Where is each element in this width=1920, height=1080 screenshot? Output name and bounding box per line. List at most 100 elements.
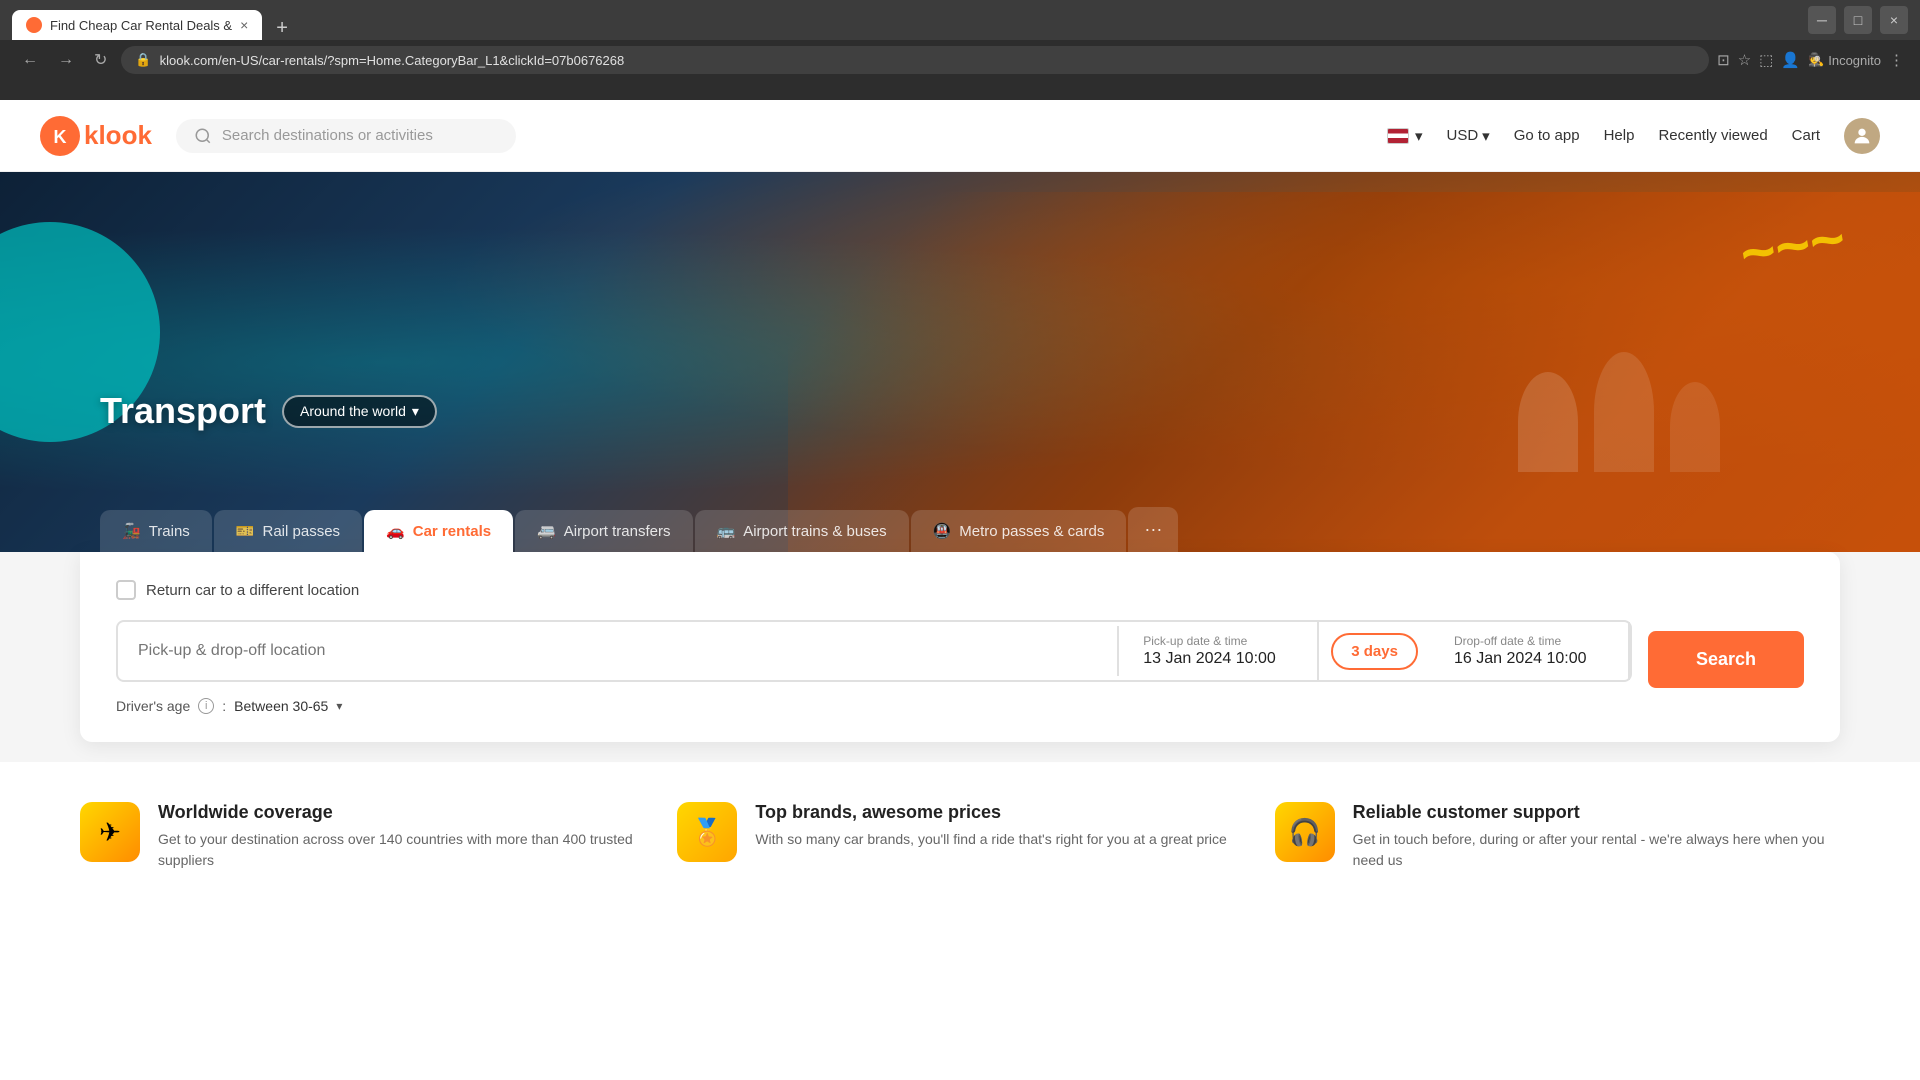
cast-icon[interactable]: ⊡ xyxy=(1717,51,1730,69)
currency-selector[interactable]: USD ▾ xyxy=(1446,127,1489,145)
driver-age-chevron-icon[interactable]: ▾ xyxy=(336,699,342,713)
tab-metro-passes[interactable]: 🚇 Metro passes & cards xyxy=(911,510,1127,552)
feature-worldwide: ✈ Worldwide coverage Get to your destina… xyxy=(80,802,645,871)
feature-support-desc: Get in touch before, during or after you… xyxy=(1353,829,1840,871)
incognito-button[interactable]: 🕵 Incognito xyxy=(1808,52,1881,68)
recently-viewed-link[interactable]: Recently viewed xyxy=(1658,127,1767,144)
user-avatar[interactable] xyxy=(1844,118,1880,154)
maximize-button[interactable]: □ xyxy=(1844,6,1872,34)
feature-support-content: Reliable customer support Get in touch b… xyxy=(1353,802,1840,871)
dropoff-date-area[interactable]: Drop-off date & time 16 Jan 2024 10:00 xyxy=(1430,622,1630,680)
car-icon: 🚗 xyxy=(386,522,405,540)
feature-worldwide-content: Worldwide coverage Get to your destinati… xyxy=(158,802,645,871)
worldwide-icon: ✈ xyxy=(99,817,121,848)
search-bar[interactable]: Search destinations or activities xyxy=(176,119,516,153)
address-bar[interactable]: 🔒 klook.com/en-US/car-rentals/?spm=Home.… xyxy=(121,46,1709,74)
address-bar-row: ← → ↻ 🔒 klook.com/en-US/car-rentals/?spm… xyxy=(0,40,1920,80)
search-button[interactable]: Search xyxy=(1648,631,1804,688)
tab-airport-transfers[interactable]: 🚐 Airport transfers xyxy=(515,510,692,552)
transport-tabs-container: 🚂 Trains 🎫 Rail passes 🚗 Car rentals 🚐 A… xyxy=(100,507,1920,552)
airport-train-icon: 🚌 xyxy=(717,522,736,540)
go-to-app-link[interactable]: Go to app xyxy=(1514,127,1580,144)
pickup-date-value: 13 Jan 2024 10:00 xyxy=(1143,650,1293,668)
location-filter-button[interactable]: Around the world ▾ xyxy=(282,395,437,428)
tab-title: Find Cheap Car Rental Deals & xyxy=(50,18,232,33)
close-window-button[interactable]: × xyxy=(1880,6,1908,34)
minimize-button[interactable]: ─ xyxy=(1808,6,1836,34)
tab-close-button[interactable]: × xyxy=(240,17,248,33)
lock-icon: 🔒 xyxy=(135,52,151,68)
feature-worldwide-desc: Get to your destination across over 140 … xyxy=(158,829,645,871)
hero-title: Transport xyxy=(100,390,266,432)
browser-chrome: Find Cheap Car Rental Deals & × + ─ □ × … xyxy=(0,0,1920,100)
url-text: klook.com/en-US/car-rentals/?spm=Home.Ca… xyxy=(160,53,625,68)
transport-tabs: 🚂 Trains 🎫 Rail passes 🚗 Car rentals 🚐 A… xyxy=(100,507,1920,552)
top-brands-icon-wrap: 🏅 xyxy=(677,802,737,862)
tab-favicon xyxy=(26,17,42,33)
return-location-label: Return car to a different location xyxy=(146,582,359,599)
dropoff-date-label: Drop-off date & time xyxy=(1454,634,1604,648)
driver-age-label: Driver's age xyxy=(116,698,190,714)
dropoff-date-value: 16 Jan 2024 10:00 xyxy=(1454,650,1604,668)
profile-icon[interactable]: 👤 xyxy=(1781,51,1800,69)
header-right: ▾ USD ▾ Go to app Help Recently viewed C… xyxy=(1387,118,1880,154)
back-button[interactable]: ← xyxy=(16,47,44,73)
us-flag-icon xyxy=(1387,128,1409,144)
active-tab[interactable]: Find Cheap Car Rental Deals & × xyxy=(12,10,262,40)
feature-top-brands: 🏅 Top brands, awesome prices With so man… xyxy=(677,802,1242,871)
page-content: K klook Search destinations or activitie… xyxy=(0,100,1920,911)
bookmark-icon[interactable]: ☆ xyxy=(1738,51,1751,69)
menu-icon[interactable]: ⋮ xyxy=(1889,51,1904,69)
search-placeholder-text: Search destinations or activities xyxy=(222,127,433,144)
return-location-checkbox[interactable] xyxy=(116,580,136,600)
metro-icon: 🚇 xyxy=(933,522,952,540)
lang-arrow: ▾ xyxy=(1415,127,1423,145)
tab-rail-passes[interactable]: 🎫 Rail passes xyxy=(214,510,362,552)
new-tab-button[interactable]: + xyxy=(270,17,294,40)
tab-more-button[interactable]: ··· xyxy=(1128,507,1178,552)
yellow-squiggle-decoration: ~~~ xyxy=(1734,204,1846,300)
driver-age-info-icon[interactable]: i xyxy=(198,698,214,714)
browser-top-bar: Find Cheap Car Rental Deals & × + ─ □ × xyxy=(0,0,1920,40)
features-section: ✈ Worldwide coverage Get to your destina… xyxy=(0,762,1920,911)
pickup-date-area[interactable]: Pick-up date & time 13 Jan 2024 10:00 xyxy=(1119,622,1319,680)
browser-action-buttons: ⊡ ☆ ⬚ 👤 🕵 Incognito ⋮ xyxy=(1717,51,1904,69)
cart-link[interactable]: Cart xyxy=(1792,127,1820,144)
feature-worldwide-title: Worldwide coverage xyxy=(158,802,645,823)
forward-button[interactable]: → xyxy=(52,47,80,73)
sidebar-icon[interactable]: ⬚ xyxy=(1759,51,1773,69)
tab-car-rentals[interactable]: 🚗 Car rentals xyxy=(364,510,513,552)
pickup-date-label: Pick-up date & time xyxy=(1143,634,1293,648)
tab-airport-trains[interactable]: 🚌 Airport trains & buses xyxy=(695,510,909,552)
logo-text: klook xyxy=(84,120,152,151)
search-fields-wrapper: Pick-up date & time 13 Jan 2024 10:00 3 … xyxy=(116,620,1804,698)
svg-text:K: K xyxy=(54,126,67,146)
airport-transfer-icon: 🚐 xyxy=(537,522,556,540)
language-selector[interactable]: ▾ xyxy=(1387,127,1423,145)
driver-age-value: Between 30-65 xyxy=(234,698,328,714)
feature-support-title: Reliable customer support xyxy=(1353,802,1840,823)
location-input-area[interactable] xyxy=(118,626,1119,676)
avatar-icon xyxy=(1851,125,1873,147)
hero-content: Transport Around the world ▾ xyxy=(100,390,437,442)
klook-logo[interactable]: K klook xyxy=(40,116,152,156)
worldwide-icon-wrap: ✈ xyxy=(80,802,140,862)
support-icon: 🎧 xyxy=(1288,817,1320,848)
incognito-icon: 🕵 xyxy=(1808,52,1824,68)
feature-top-brands-title: Top brands, awesome prices xyxy=(755,802,1226,823)
site-header: K klook Search destinations or activitie… xyxy=(0,100,1920,172)
logo-icon: K xyxy=(40,116,80,156)
tab-trains[interactable]: 🚂 Trains xyxy=(100,510,212,552)
location-input[interactable] xyxy=(138,642,1097,660)
train-icon: 🚂 xyxy=(122,522,141,540)
search-icon xyxy=(194,127,212,145)
return-location-row: Return car to a different location xyxy=(116,580,1804,600)
driver-age-row: Driver's age i : Between 30-65 ▾ xyxy=(116,698,1804,714)
help-link[interactable]: Help xyxy=(1604,127,1635,144)
feature-top-brands-desc: With so many car brands, you'll find a r… xyxy=(755,829,1226,850)
refresh-button[interactable]: ↻ xyxy=(88,46,113,74)
days-badge[interactable]: 3 days xyxy=(1331,633,1418,670)
feature-support: 🎧 Reliable customer support Get in touch… xyxy=(1275,802,1840,871)
feature-top-brands-content: Top brands, awesome prices With so many … xyxy=(755,802,1226,850)
search-fields-row: Pick-up date & time 13 Jan 2024 10:00 3 … xyxy=(116,620,1632,682)
